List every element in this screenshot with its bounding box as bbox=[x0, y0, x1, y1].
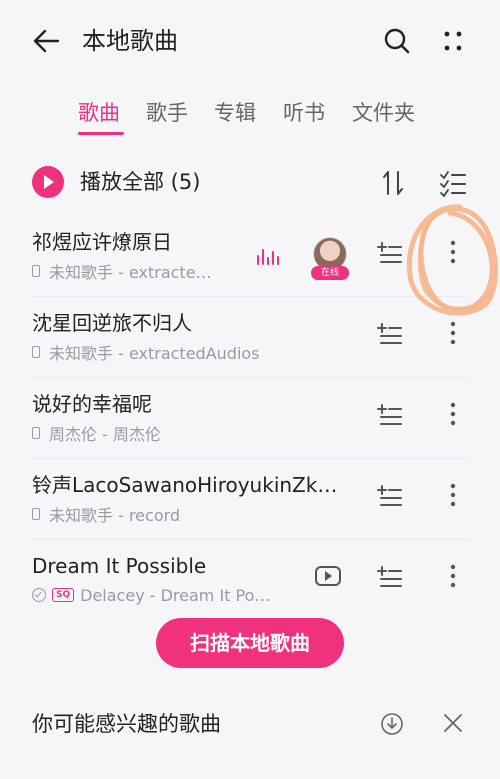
local-file-icon bbox=[32, 346, 40, 358]
song-title: 说好的幸福呢 bbox=[32, 392, 152, 416]
download-circle-icon bbox=[381, 713, 403, 735]
local-file-icon bbox=[32, 508, 40, 520]
close-recommendation-button[interactable] bbox=[442, 712, 464, 734]
add-to-queue-button[interactable] bbox=[376, 240, 404, 266]
song-more-button[interactable] bbox=[442, 318, 464, 348]
more-dots-icon bbox=[444, 31, 462, 51]
back-arrow-icon bbox=[33, 29, 60, 53]
play-all-label[interactable]: 播放全部 (5) bbox=[80, 167, 200, 197]
song-artist-album: 未知歌手 - record bbox=[49, 506, 181, 525]
add-to-queue-button[interactable] bbox=[376, 564, 404, 590]
add-to-queue-button[interactable] bbox=[376, 321, 404, 347]
song-more-button[interactable] bbox=[442, 399, 464, 429]
active-tab-indicator bbox=[78, 132, 124, 135]
song-subtitle: 周杰伦 - 周杰伦 bbox=[32, 422, 161, 444]
add-to-queue-icon bbox=[377, 242, 402, 263]
song-row[interactable]: 祁煜应许燎原日 未知歌手 - extracte… 在线 bbox=[0, 215, 500, 296]
scan-local-songs-button[interactable]: 扫描本地歌曲 bbox=[156, 618, 344, 668]
tab-artists[interactable]: 歌手 bbox=[146, 98, 188, 128]
tab-songs[interactable]: 歌曲 bbox=[78, 98, 120, 128]
song-more-button[interactable] bbox=[442, 561, 464, 591]
song-list: 祁煜应许燎原日 未知歌手 - extracte… 在线 沈星回逆旅不归人 未知歌… bbox=[0, 215, 500, 620]
song-title: 祁煜应许燎原日 bbox=[32, 230, 172, 254]
add-to-queue-icon bbox=[377, 323, 402, 344]
multi-select-icon bbox=[440, 171, 466, 198]
search-icon bbox=[384, 28, 410, 54]
tab-albums[interactable]: 专辑 bbox=[214, 98, 256, 128]
song-artist-album: 未知歌手 - extractedAudios bbox=[49, 344, 260, 363]
song-artist-album: Delacey - Dream It Po… bbox=[80, 585, 271, 605]
multi-select-button[interactable] bbox=[436, 166, 470, 200]
add-to-queue-button[interactable] bbox=[376, 483, 404, 509]
local-file-icon bbox=[32, 427, 40, 439]
song-subtitle: SQ Delacey - Dream It Po… bbox=[32, 584, 270, 606]
category-tabs: 歌曲 歌手 专辑 听书 文件夹 bbox=[0, 92, 500, 142]
recommendation-title: 你可能感兴趣的歌曲 bbox=[32, 712, 221, 736]
tab-audiobooks[interactable]: 听书 bbox=[283, 98, 325, 128]
vertical-dots-icon bbox=[450, 483, 456, 507]
song-row[interactable]: 沈星回逆旅不归人 未知歌手 - extractedAudios bbox=[0, 296, 500, 377]
add-to-queue-icon bbox=[377, 485, 402, 506]
page-title: 本地歌曲 bbox=[82, 27, 178, 55]
local-file-icon bbox=[32, 265, 40, 277]
sort-icon bbox=[383, 171, 403, 195]
vertical-dots-icon bbox=[450, 321, 456, 345]
song-title: 沈星回逆旅不归人 bbox=[32, 311, 192, 335]
online-badge: 在线 bbox=[311, 266, 349, 280]
download-button[interactable] bbox=[380, 712, 404, 736]
song-artist-album: 周杰伦 - 周杰伦 bbox=[49, 425, 161, 444]
song-more-button[interactable] bbox=[442, 480, 464, 510]
tab-folders[interactable]: 文件夹 bbox=[352, 98, 415, 128]
song-row[interactable]: 说好的幸福呢 周杰伦 - 周杰伦 bbox=[0, 377, 500, 458]
sort-button[interactable] bbox=[376, 166, 410, 200]
back-button[interactable] bbox=[30, 24, 64, 58]
add-to-queue-button[interactable] bbox=[376, 402, 404, 428]
search-button[interactable] bbox=[380, 24, 414, 58]
song-more-button[interactable] bbox=[442, 237, 464, 267]
equalizer-icon bbox=[256, 245, 280, 265]
top-bar: 本地歌曲 bbox=[0, 0, 500, 82]
sq-quality-badge: SQ bbox=[52, 588, 75, 602]
song-title: Dream It Possible bbox=[32, 554, 207, 578]
song-title: 铃声LacoSawanoHiroyukinZk… bbox=[32, 473, 338, 497]
vertical-dots-icon bbox=[450, 564, 456, 588]
vertical-dots-icon bbox=[450, 240, 456, 264]
add-to-queue-icon bbox=[377, 404, 402, 425]
downloaded-check-icon bbox=[32, 588, 46, 602]
song-subtitle: 未知歌手 - extractedAudios bbox=[32, 341, 260, 363]
song-row[interactable]: 铃声LacoSawanoHiroyukinZk… 未知歌手 - record bbox=[0, 458, 500, 539]
song-artist-album: 未知歌手 - extracte… bbox=[49, 263, 212, 282]
song-subtitle: 未知歌手 - extracte… bbox=[32, 260, 212, 282]
play-all-row: 播放全部 (5) bbox=[0, 158, 500, 208]
song-row[interactable]: Dream It Possible SQ Delacey - Dream It … bbox=[0, 539, 500, 620]
close-icon bbox=[444, 714, 462, 732]
add-to-queue-icon bbox=[377, 566, 402, 587]
song-subtitle: 未知歌手 - record bbox=[32, 503, 180, 525]
video-icon[interactable] bbox=[315, 566, 341, 586]
more-options-button[interactable] bbox=[436, 24, 470, 58]
play-circle-icon[interactable] bbox=[32, 166, 64, 198]
recommendation-header: 你可能感兴趣的歌曲 bbox=[0, 700, 500, 760]
vertical-dots-icon bbox=[450, 402, 456, 426]
